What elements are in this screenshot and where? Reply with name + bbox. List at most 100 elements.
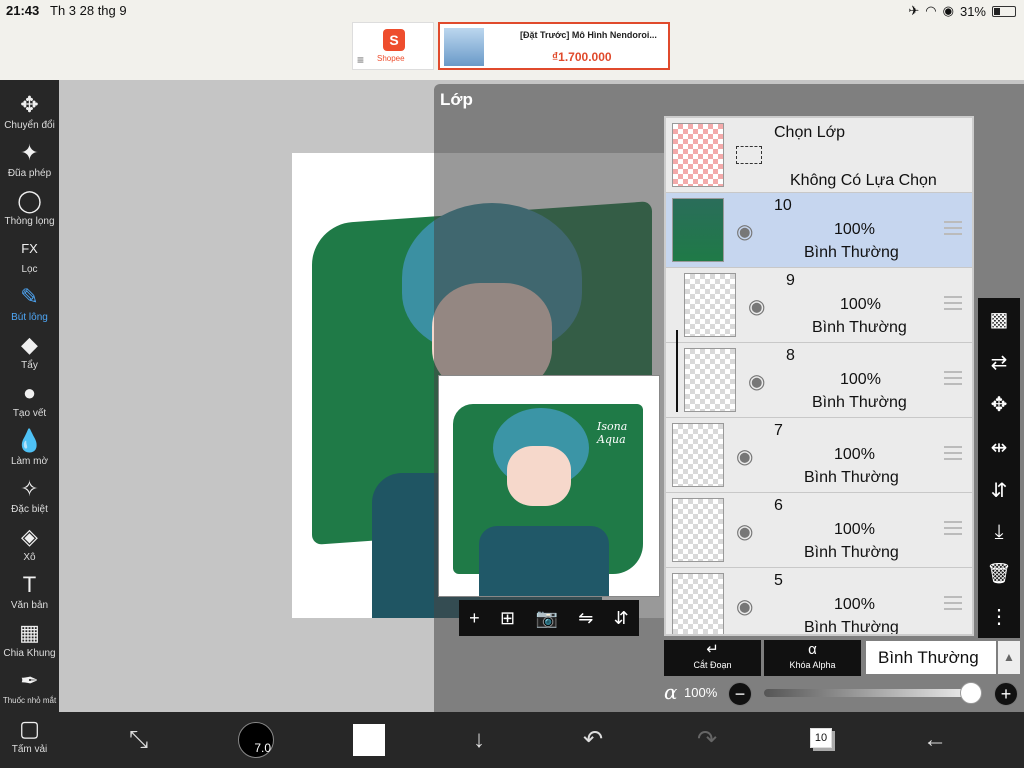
layer-thumbnail xyxy=(672,198,724,262)
camera-icon[interactable]: 📷 xyxy=(535,608,557,629)
clipping-button[interactable]: ↵ Cắt Đoạn xyxy=(664,640,761,676)
color-swatch[interactable] xyxy=(353,724,385,756)
canvas-icon: ▢ xyxy=(19,716,40,741)
eraser-icon: ◆ xyxy=(21,332,38,357)
opacity-slider[interactable] xyxy=(764,689,972,697)
drag-handle-icon[interactable] xyxy=(944,446,962,460)
blend-mode-select[interactable]: Bình Thường xyxy=(866,641,996,674)
layer-number: 7 xyxy=(774,422,783,439)
transparency-icon[interactable]: ▩ xyxy=(990,307,1009,332)
tool-bucket[interactable]: ◈ Xô xyxy=(0,522,59,570)
layer-row[interactable]: ◉ 6 100% Bình Thường xyxy=(666,493,972,568)
opacity-slider-knob[interactable] xyxy=(960,682,982,704)
drag-handle-icon[interactable] xyxy=(944,596,962,610)
tool-label: Xô xyxy=(23,552,36,563)
tool-blur-drop[interactable]: 💧 Làm mờ xyxy=(0,426,59,474)
ad-product-image xyxy=(444,28,484,66)
layer-row[interactable]: ◉ 9 100% Bình Thường xyxy=(666,268,972,343)
drag-handle-icon[interactable] xyxy=(944,521,962,535)
bucket-icon: ◈ xyxy=(21,524,38,549)
brush-icon: ✎ xyxy=(20,284,39,309)
back-icon[interactable]: ← xyxy=(923,722,947,758)
fx-icon: FX xyxy=(21,241,38,256)
eye-icon[interactable]: ◉ xyxy=(736,444,753,469)
move-icon: ✥ xyxy=(20,92,39,117)
layer-opacity: 100% xyxy=(834,596,875,613)
ad-menu-icon[interactable]: ≡ xyxy=(357,53,364,67)
lasso-icon: ◯ xyxy=(17,188,42,213)
magic-wand-icon: ✦ xyxy=(20,140,39,165)
opacity-plus-button[interactable]: + xyxy=(994,682,1018,706)
preview-signature-text: Isona Aqua xyxy=(597,420,628,446)
tool-frame-divider[interactable]: ▦ Chia Khung xyxy=(0,618,59,666)
tool-sparkle[interactable]: ✧ Đặc biệt xyxy=(0,474,59,522)
tool-brush[interactable]: ✎ Bút lông xyxy=(0,282,59,330)
blend-mode-arrow-icon[interactable]: ▲ xyxy=(998,641,1020,674)
tool-label: Đũa phép xyxy=(7,168,52,179)
battery-percent: 31% xyxy=(959,3,986,19)
selection-thumbnail xyxy=(672,123,724,187)
clipping-indicator xyxy=(676,330,682,412)
tool-text[interactable]: T Văn bản xyxy=(0,570,59,618)
alpha-symbol: α xyxy=(664,680,678,704)
alpha-lock-button[interactable]: α Khóa Alpha xyxy=(764,640,861,676)
flip-vertical-icon[interactable]: ⇵ xyxy=(614,608,629,629)
tool-fx[interactable]: FX Lọc xyxy=(0,234,59,282)
tool-eraser[interactable]: ◆ Tẩy xyxy=(0,330,59,378)
layer-thumbnail xyxy=(672,423,724,487)
eye-icon[interactable]: ◉ xyxy=(736,519,753,544)
transform-layer-icon[interactable]: ⇄ xyxy=(991,350,1008,375)
tool-eyedropper[interactable]: ✒ Thuốc nhỏ mắt xyxy=(0,666,59,714)
drag-handle-icon[interactable] xyxy=(944,221,962,235)
layer-row[interactable]: ◉ 8 100% Bình Thường xyxy=(666,343,972,418)
layer-side-tools: ▩ ⇄ ✥ ⇹ ⇵ ⤓ 🗑 ⋮ xyxy=(978,298,1020,638)
add-image-layer-icon[interactable]: ⊞ xyxy=(500,608,515,629)
merge-down-icon[interactable]: ⤓ xyxy=(995,521,1004,544)
shopee-bag-icon: S xyxy=(383,29,405,51)
flip-horizontal-icon[interactable]: ⇋ xyxy=(578,608,593,629)
layer-blend-mode: Bình Thường xyxy=(804,544,899,561)
adjust-icon[interactable]: ⤡ xyxy=(129,722,148,758)
tool-label: Thòng lọng xyxy=(4,216,55,227)
layer-opacity: 100% xyxy=(834,221,875,238)
drag-handle-icon[interactable] xyxy=(944,296,962,310)
tool-smudge[interactable]: ● Tạo vết xyxy=(0,378,59,426)
flip-vertical-icon[interactable]: ⇵ xyxy=(991,478,1008,503)
trash-icon[interactable]: 🗑 xyxy=(986,561,1011,586)
eye-icon[interactable]: ◉ xyxy=(748,294,765,319)
clip-arrow-icon: ↵ xyxy=(706,641,719,658)
wifi-icon: ◠ xyxy=(925,3,937,18)
tool-move[interactable]: ✥ Chuyển đổi xyxy=(0,90,59,138)
layer-row[interactable]: ◉ 10 100% Bình Thường xyxy=(666,193,972,268)
selection-marquee-icon xyxy=(736,146,762,164)
eye-icon[interactable]: ◉ xyxy=(736,219,753,244)
text-icon: T xyxy=(22,572,37,597)
add-layer-icon[interactable]: + xyxy=(469,608,480,629)
selection-layer-row[interactable]: Chọn Lớp Không Có Lựa Chọn xyxy=(666,118,972,193)
layer-number: 9 xyxy=(786,272,795,289)
undo-icon[interactable]: ↶ xyxy=(583,722,603,758)
layers-button[interactable]: 10 xyxy=(810,728,832,748)
tool-magic-wand[interactable]: ✦ Đũa phép xyxy=(0,138,59,186)
preview-body xyxy=(479,526,609,596)
layer-list[interactable]: Chọn Lớp Không Có Lựa Chọn ◉ 10 100% Bình T… xyxy=(664,116,974,636)
arrow-down-icon[interactable]: ↓ xyxy=(473,722,485,758)
more-icon[interactable]: ⋮ xyxy=(989,604,1009,629)
flip-horizontal-icon[interactable]: ⇹ xyxy=(991,435,1008,460)
shopee-ad-logo[interactable]: ≡ S Shopee xyxy=(352,22,434,70)
brush-size-button[interactable]: 7.0 xyxy=(238,722,274,758)
opacity-minus-button[interactable]: − xyxy=(728,682,752,706)
tool-label: Tạo vết xyxy=(12,408,47,419)
move-layer-icon[interactable]: ✥ xyxy=(991,392,1008,417)
tool-canvas[interactable]: ▢ Tấm vải xyxy=(0,714,59,762)
clipping-button-label: Cắt Đoạn xyxy=(693,660,732,670)
layer-row[interactable]: ◉ 7 100% Bình Thường xyxy=(666,418,972,493)
ad-product-card[interactable]: [Đặt Trước] Mô Hình Nendoroi... ₫1.700.0… xyxy=(438,22,670,70)
selection-status: Không Có Lựa Chọn xyxy=(790,172,937,189)
layer-row[interactable]: ◉ 5 100% Bình Thường xyxy=(666,568,972,634)
eye-icon[interactable]: ◉ xyxy=(748,369,765,394)
redo-icon[interactable]: ↷ xyxy=(697,722,717,758)
tool-lasso[interactable]: ◯ Thòng lọng xyxy=(0,186,59,234)
eye-icon[interactable]: ◉ xyxy=(736,594,753,619)
drag-handle-icon[interactable] xyxy=(944,371,962,385)
